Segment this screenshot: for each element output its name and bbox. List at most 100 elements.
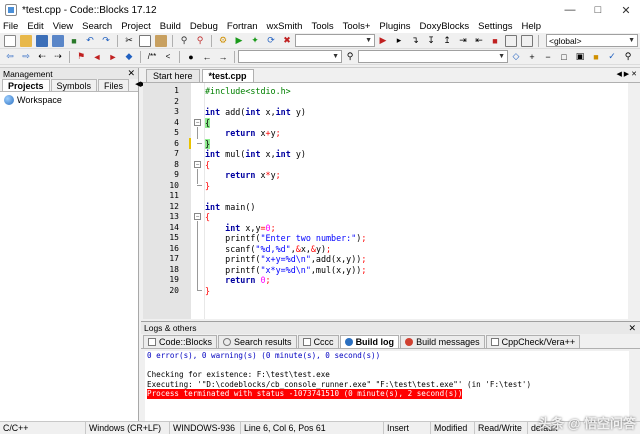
close-file-icon[interactable]: ■ (68, 35, 80, 47)
paste-icon[interactable] (155, 34, 167, 47)
jump-forward-icon[interactable]: ⇨ (20, 51, 32, 63)
cut-icon[interactable]: ✂ (123, 35, 135, 47)
debug-step-instruction-icon[interactable]: ⇤ (473, 35, 485, 47)
debug-info-icon[interactable] (521, 34, 533, 47)
tab-codeblocks-log[interactable]: Code::Blocks (143, 335, 218, 348)
code-line: 9 return x*y; (143, 170, 638, 181)
line-comment-icon[interactable]: < (162, 51, 174, 63)
tab-build-log[interactable]: Build log (339, 335, 400, 348)
tab-start-here[interactable]: Start here (146, 69, 200, 82)
next-bookmark-icon[interactable]: ⇢ (52, 51, 64, 63)
redo-icon[interactable]: ↷ (100, 35, 112, 47)
toolbar-separator (179, 50, 180, 63)
replace-icon[interactable]: ⚲ (194, 35, 206, 47)
undo-icon[interactable]: ↶ (84, 35, 96, 47)
debug-windows-icon[interactable] (505, 34, 517, 47)
log-vertical-scrollbar[interactable] (629, 351, 638, 421)
tab-files[interactable]: Files (98, 79, 130, 91)
editor-vertical-scrollbar[interactable] (628, 83, 638, 319)
close-icon[interactable]: ✕ (612, 0, 640, 20)
maximize-icon[interactable]: □ (584, 0, 612, 20)
tab-cppcheck[interactable]: CppCheck/Vera++ (485, 335, 581, 348)
debug-step-out-icon[interactable]: ↥ (441, 35, 453, 47)
debug-next-instruction-icon[interactable]: ⇥ (457, 35, 469, 47)
function-combo[interactable]: ▼ (358, 50, 508, 63)
thread-search-icon[interactable]: ⚲ (622, 51, 634, 63)
status-access: Read/Write (475, 421, 528, 434)
unfold-icon[interactable]: ▣ (574, 51, 586, 63)
doxy-comment-icon[interactable]: ⚑ (75, 51, 87, 63)
open-folder-icon[interactable] (20, 34, 32, 47)
tab-build-messages[interactable]: Build messages (400, 335, 485, 348)
build-target-combo[interactable]: ▼ (295, 34, 375, 47)
menu-settings[interactable]: Settings (478, 21, 512, 32)
doxy-next-icon[interactable]: ► (107, 51, 119, 63)
tab-test-cpp[interactable]: *test.cpp (201, 69, 254, 82)
prev-icon[interactable]: ← (201, 51, 213, 63)
abort-icon[interactable]: ✖ (281, 35, 293, 47)
fold-icon[interactable]: □ (558, 51, 570, 63)
doxy-prev-icon[interactable]: ◄ (91, 51, 103, 63)
highlight-icon[interactable]: ■ (590, 51, 602, 63)
next-icon[interactable]: → (217, 51, 229, 63)
doxy-run-icon[interactable]: ◆ (123, 51, 135, 63)
fold-marker-icon[interactable]: − (194, 161, 201, 168)
code-completion-icon[interactable]: ◇ (510, 51, 522, 63)
build-and-run-icon[interactable]: ✦ (249, 35, 261, 47)
menu-view[interactable]: View (53, 21, 73, 32)
debug-run-icon[interactable]: ▶ (377, 35, 389, 47)
menu-doxyblocks[interactable]: DoxyBlocks (420, 21, 470, 32)
code-editor[interactable]: 1 #include<stdio.h> 2 3 int add(int x,int … (143, 83, 638, 319)
secondary-toolbar: ⇦ ⇨ ⇠ ⇢ ⚑ ◄ ► ◆ /** < ● ← → ▼ ⚲ ▼ ◇ + − … (0, 49, 640, 65)
fold-marker-icon[interactable]: − (194, 119, 201, 126)
close-icon[interactable]: ✕ (628, 323, 636, 334)
block-comment-icon[interactable]: /** (146, 51, 158, 63)
jump-back-icon[interactable]: ⇦ (4, 51, 16, 63)
debug-stop-icon[interactable]: ■ (489, 35, 501, 47)
debug-run-to-cursor-icon[interactable]: ▸ (393, 35, 405, 47)
find-icon[interactable]: ⚲ (178, 35, 190, 47)
spellcheck-icon[interactable]: ✓ (606, 51, 618, 63)
new-file-icon[interactable] (4, 34, 16, 47)
minimize-icon[interactable]: — (556, 0, 584, 20)
tab-projects[interactable]: Projects (2, 79, 50, 91)
search-go-icon[interactable]: ⚲ (344, 51, 356, 63)
menu-tools-plus[interactable]: Tools+ (343, 21, 371, 32)
tab-cccc[interactable]: Cccc (297, 335, 339, 348)
menu-tools[interactable]: Tools (311, 21, 333, 32)
menu-plugins[interactable]: Plugins (379, 21, 410, 32)
menu-help[interactable]: Help (522, 21, 542, 32)
tab-scroll-arrows-icon[interactable]: ◀ ▶ ✕ (616, 70, 637, 78)
tab-symbols[interactable]: Symbols (50, 79, 98, 91)
menu-file[interactable]: File (3, 21, 18, 32)
close-icon[interactable]: ✕ (127, 68, 135, 79)
rebuild-icon[interactable]: ⟳ (265, 35, 277, 47)
line-number: 4 (174, 117, 179, 127)
zoom-in-icon[interactable]: + (526, 51, 538, 63)
workspace-node[interactable]: Workspace (0, 92, 138, 108)
menu-search[interactable]: Search (82, 21, 112, 32)
menu-fortran[interactable]: Fortran (227, 21, 258, 32)
search-combo[interactable]: ▼ (238, 50, 342, 63)
menu-edit[interactable]: Edit (27, 21, 43, 32)
global-scope-combo[interactable]: <global> ▼ (546, 34, 638, 47)
tab-search-results[interactable]: Search results (218, 335, 297, 348)
zoom-out-icon[interactable]: − (542, 51, 554, 63)
build-messages-icon (405, 338, 414, 346)
menu-wxsmith[interactable]: wxSmith (267, 21, 303, 32)
save-all-icon[interactable] (52, 34, 64, 47)
copy-icon[interactable] (139, 34, 151, 47)
menu-debug[interactable]: Debug (190, 21, 218, 32)
management-title: Management (3, 68, 53, 79)
debug-step-into-icon[interactable]: ↧ (425, 35, 437, 47)
menu-project[interactable]: Project (121, 21, 151, 32)
fold-marker-icon[interactable]: − (194, 213, 201, 220)
save-icon[interactable] (36, 34, 48, 47)
run-icon[interactable]: ▶ (233, 35, 245, 47)
build-log-output[interactable]: 0 error(s), 0 warning(s) (0 minute(s), 0… (145, 351, 629, 421)
build-gear-icon[interactable]: ⚙ (217, 35, 229, 47)
toggle-bookmark-icon[interactable]: ● (185, 51, 197, 63)
menu-build[interactable]: Build (160, 21, 181, 32)
prev-bookmark-icon[interactable]: ⇠ (36, 51, 48, 63)
debug-next-line-icon[interactable]: ↴ (409, 35, 421, 47)
